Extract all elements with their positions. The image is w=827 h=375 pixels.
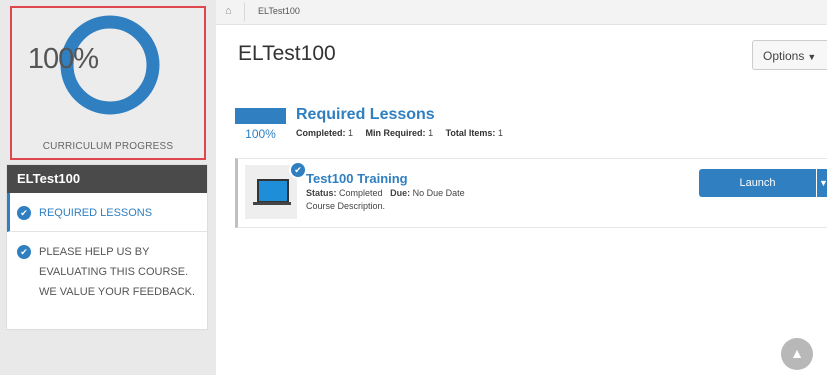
total-items-label: Total Items: [445, 128, 496, 138]
page-title: ELTest100 [238, 42, 336, 65]
course-title: ELTest100 [7, 165, 207, 193]
section-progress-bar [235, 108, 286, 124]
sidebar-item-label: REQUIRED LESSONS [39, 207, 153, 219]
caret-down-icon: ▼ [807, 52, 817, 62]
lesson-title[interactable]: Test100 Training [306, 171, 408, 186]
check-circle-icon: ✔ [289, 161, 307, 179]
progress-label: CURRICULUM PROGRESS [42, 141, 174, 152]
launch-button[interactable]: Launch [699, 169, 816, 197]
sidebar-item-label: PLEASE HELP US BY EVALUATING THIS COURSE… [39, 246, 196, 298]
status-label: Status: [306, 188, 337, 198]
due-label: Due: [390, 188, 411, 198]
section-title: Required Lessons [296, 106, 435, 123]
breadcrumb-divider [244, 3, 245, 21]
lesson-meta: Status: Completed Due: No Due Date [306, 188, 465, 198]
due-value: No Due Date [412, 188, 465, 198]
check-circle-icon: ✔ [17, 206, 31, 220]
section-stats: Completed: 1 Min Required: 1 Total Items… [296, 128, 503, 138]
scroll-to-top-icon[interactable]: ▲ [781, 338, 813, 370]
left-panel: 100% CURRICULUM PROGRESS ELTest100 ✔ REQ… [0, 0, 216, 375]
min-required-value: 1 [428, 128, 434, 138]
options-label: Options [763, 49, 805, 63]
total-items-value: 1 [497, 128, 503, 138]
curriculum-progress-widget: 100% CURRICULUM PROGRESS [10, 6, 206, 160]
section-percent: 100% [245, 127, 276, 141]
course-nav-card: ELTest100 ✔ REQUIRED LESSONS ✔ PLEASE HE… [6, 164, 208, 330]
status-value: Completed [339, 188, 383, 198]
breadcrumb: ⌂ ELTest100 [216, 0, 827, 25]
lesson-row: ✔ Test100 Training Status: Completed Due… [235, 158, 827, 228]
sidebar-item-feedback[interactable]: ✔ PLEASE HELP US BY EVALUATING THIS COUR… [7, 232, 207, 310]
progress-percent: 100% [27, 42, 99, 75]
completed-label: Completed: [296, 128, 346, 138]
launch-dropdown-icon[interactable]: ▼ [817, 169, 827, 197]
options-button[interactable]: Options ▼ [752, 40, 827, 70]
completed-value: 1 [348, 128, 354, 138]
sidebar-item-required-lessons[interactable]: ✔ REQUIRED LESSONS [7, 193, 207, 232]
breadcrumb-current: ELTest100 [258, 6, 300, 16]
home-icon[interactable]: ⌂ [225, 5, 237, 17]
main-panel: ⌂ ELTest100 ELTest100 Options ▼ 100% Requ… [216, 0, 827, 375]
lesson-description: Course Description. [306, 201, 386, 211]
min-required-label: Min Required: [365, 128, 426, 138]
check-circle-icon: ✔ [17, 245, 31, 259]
